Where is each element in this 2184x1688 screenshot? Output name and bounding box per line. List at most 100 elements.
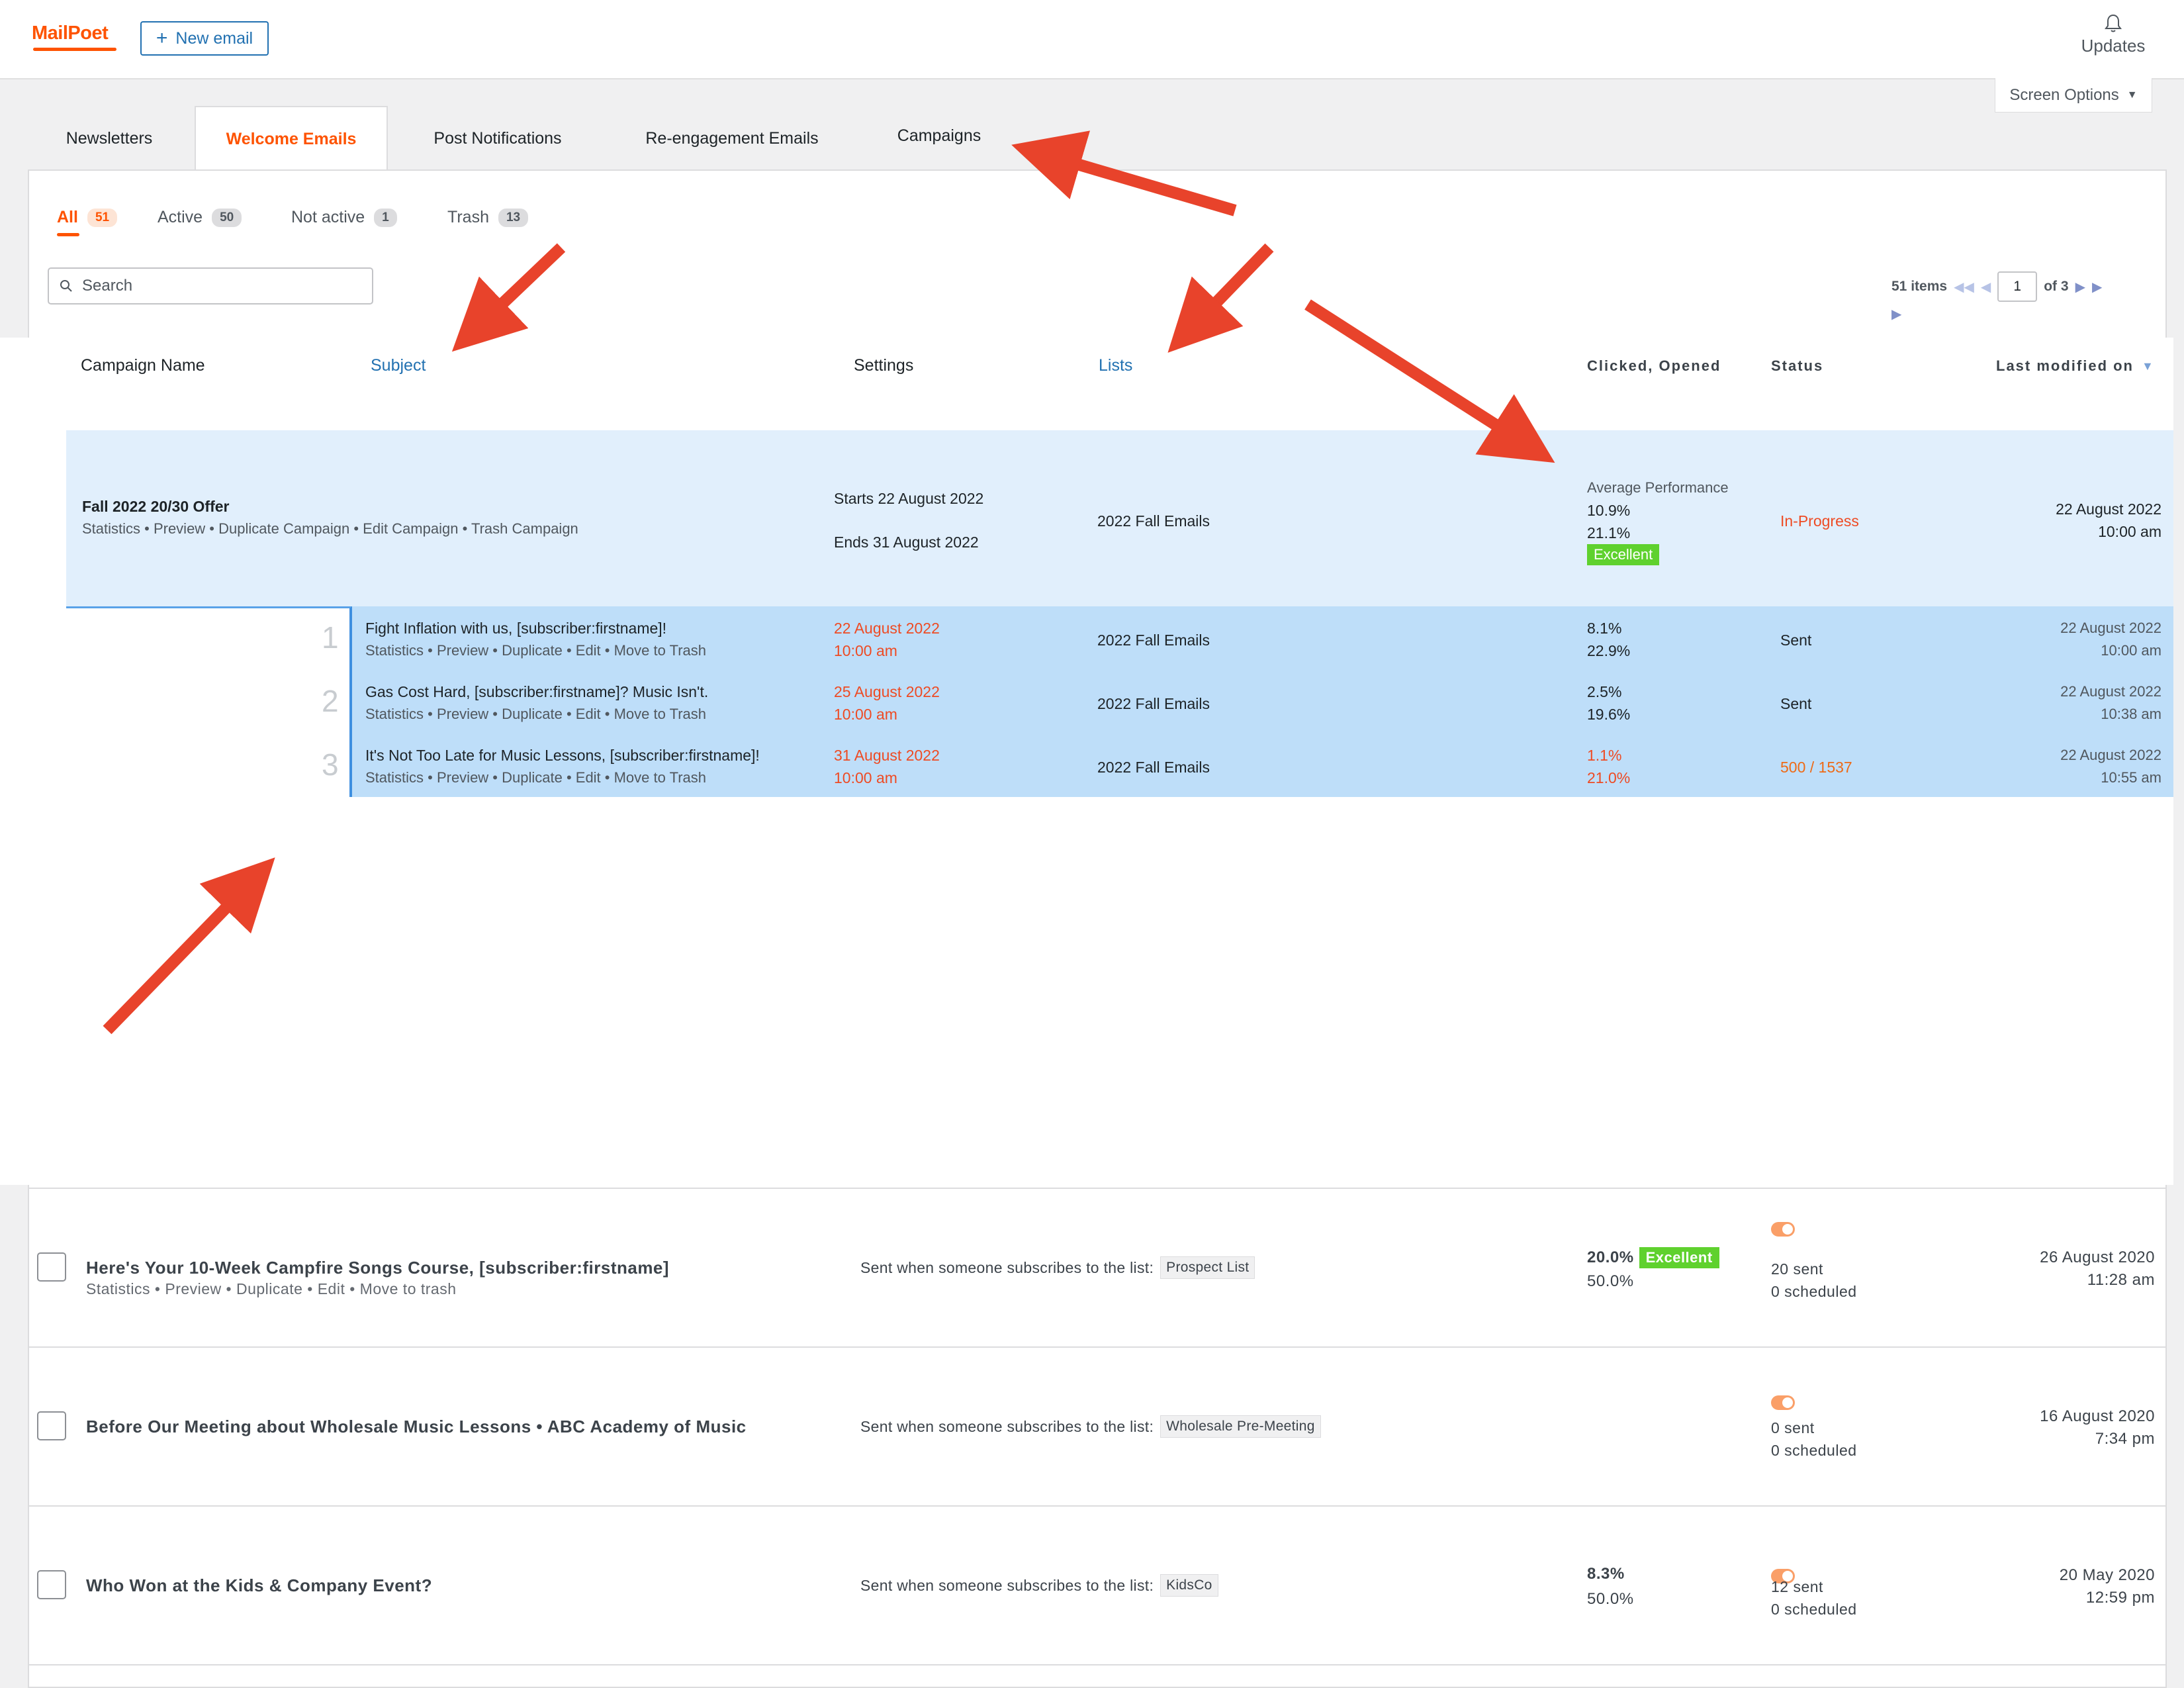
email-clicked: 20.0% (1587, 1248, 1634, 1266)
campaign-name[interactable]: Fall 2022 20/30 Offer (82, 498, 229, 516)
campaign-status: In-Progress (1780, 512, 1859, 530)
col-settings[interactable]: Settings (854, 356, 913, 375)
filter-all[interactable]: All 51 (57, 208, 118, 227)
email-setting: Sent when someone subscribes to the list… (860, 1574, 1218, 1597)
logo-underline (33, 48, 116, 51)
email-scheduled: 0 scheduled (1771, 1442, 1857, 1459)
tab-welcome-emails[interactable]: Welcome Emails (195, 106, 388, 171)
email-subject[interactable]: Gas Cost Hard, [subscriber:firstname]? M… (365, 683, 708, 701)
excellent-badge: Excellent (1639, 1247, 1719, 1268)
campaign-actions[interactable]: Statistics • Preview • Duplicate Campaig… (82, 520, 578, 538)
col-clicked-opened[interactable]: Clicked, Opened (1587, 357, 1721, 375)
email-actions[interactable]: Statistics • Preview • Duplicate • Edit … (365, 769, 706, 786)
mailpoet-logo[interactable]: MailPoet (32, 23, 109, 44)
average-performance-label: Average Performance (1587, 479, 1729, 496)
email-date: 25 August 2022 (834, 683, 940, 700)
filter-trash-label: Trash (447, 208, 489, 226)
list-pill: Wholesale Pre-Meeting (1160, 1415, 1321, 1438)
row-divider (28, 1346, 2167, 1348)
email-mod-time: 10:55 am (2101, 769, 2161, 786)
email-opened: 50.0% (1587, 1272, 1634, 1290)
screen-options-button[interactable]: Screen Options ▼ (1995, 78, 2152, 113)
tab-campaigns[interactable]: Campaigns (883, 103, 995, 168)
page-number-input[interactable]: 1 (1997, 271, 2038, 302)
email-clicked: 2.5% (1587, 683, 1622, 700)
email-opened: 21.0% (1587, 769, 1631, 786)
email-mod-date: 22 August 2022 (2060, 620, 2161, 636)
first-page-icon[interactable]: ◀◀ (1954, 279, 1974, 295)
row-divider (28, 1505, 2167, 1507)
email-sequence-number: 3 (322, 747, 339, 782)
email-clicked: 8.3% (1587, 1565, 1625, 1583)
last-page-icon[interactable]: ▶ (2092, 279, 2102, 295)
email-mod-date: 20 May 2020 (2059, 1566, 2155, 1584)
campaign-starts: Starts 22 August 2022 (834, 490, 984, 507)
page-of: of 3 (2044, 279, 2069, 294)
list-pill: KidsCo (1160, 1574, 1218, 1597)
row-divider (28, 1664, 2167, 1665)
filter-not-active-count: 1 (374, 208, 397, 227)
row-checkbox[interactable] (37, 1570, 66, 1599)
email-sequence-number: 2 (322, 684, 339, 718)
row-checkbox[interactable] (37, 1252, 66, 1282)
next-page-wrap-icon[interactable]: ▶ (1891, 306, 1901, 322)
email-sent: 0 sent (1771, 1419, 1815, 1436)
email-clicked: 1.1% (1587, 747, 1622, 764)
updates-button[interactable]: Updates (2064, 13, 2163, 56)
col-status[interactable]: Status (1771, 357, 1823, 375)
col-last-modified[interactable]: Last modified on ▼ (1996, 357, 2155, 375)
email-mod-date: 16 August 2020 (2040, 1407, 2155, 1425)
items-count: 51 items (1891, 279, 1948, 294)
tab-post-notifications[interactable]: Post Notifications (410, 106, 585, 171)
email-scheduled: 0 scheduled (1771, 1283, 1857, 1300)
email-actions[interactable]: Statistics • Preview • Duplicate • Edit … (365, 642, 706, 659)
email-title[interactable]: Here's Your 10-Week Campfire Songs Cours… (86, 1258, 669, 1278)
campaign-opened: 21.1% (1587, 524, 1631, 541)
search-icon (60, 280, 72, 292)
search-input[interactable]: Search (48, 267, 373, 305)
pagination: 51 items ◀◀ ◀ 1 of 3 ▶ ▶ (1891, 271, 2102, 302)
email-mod-date: 22 August 2022 (2060, 747, 2161, 763)
email-status: Sent (1780, 695, 1812, 712)
top-bar (0, 0, 2184, 79)
sort-desc-icon: ▼ (2142, 359, 2155, 373)
email-subject[interactable]: It's Not Too Late for Music Lessons, [su… (365, 747, 760, 765)
active-toggle[interactable] (1771, 1395, 1795, 1410)
email-title[interactable]: Who Won at the Kids & Company Event? (86, 1575, 432, 1596)
filter-not-active-label: Not active (291, 208, 365, 226)
email-time: 10:00 am (834, 706, 897, 723)
email-subject[interactable]: Fight Inflation with us, [subscriber:fir… (365, 620, 666, 637)
prev-page-icon[interactable]: ◀ (1981, 279, 1991, 295)
email-list: 2022 Fall Emails (1097, 695, 1210, 712)
email-setting: Sent when someone subscribes to the list… (860, 1415, 1321, 1438)
filter-not-active[interactable]: Not active 1 (291, 208, 397, 227)
campaign-modified-time: 10:00 am (2098, 523, 2161, 540)
email-status: 500 / 1537 (1780, 759, 1852, 776)
filter-active-label: Active (158, 208, 203, 226)
campaign-clicked: 10.9% (1587, 502, 1631, 519)
tab-re-engagement-emails[interactable]: Re-engagement Emails (629, 106, 835, 171)
col-subject[interactable]: Subject (371, 356, 426, 375)
filter-trash-count: 13 (498, 208, 529, 227)
filter-trash[interactable]: Trash 13 (447, 208, 529, 227)
email-date: 31 August 2022 (834, 747, 940, 764)
col-lists[interactable]: Lists (1099, 356, 1132, 375)
email-row-actions[interactable]: Statistics • Preview • Duplicate • Edit … (86, 1280, 457, 1298)
bell-icon (2105, 14, 2122, 32)
row-checkbox[interactable] (37, 1411, 66, 1440)
email-mod-date: 22 August 2022 (2060, 683, 2161, 700)
new-email-button[interactable]: + New email (140, 21, 269, 56)
search-placeholder: Search (82, 277, 133, 295)
email-actions[interactable]: Statistics • Preview • Duplicate • Edit … (365, 706, 706, 723)
next-page-icon[interactable]: ▶ (2075, 279, 2085, 295)
email-mod-time: 7:34 pm (2095, 1430, 2155, 1448)
email-title[interactable]: Before Our Meeting about Wholesale Music… (86, 1417, 747, 1437)
tab-newsletters[interactable]: Newsletters (46, 106, 172, 171)
col-campaign-name[interactable]: Campaign Name (81, 356, 205, 375)
email-mod-time: 11:28 am (2087, 1271, 2155, 1289)
active-toggle[interactable] (1771, 1222, 1795, 1237)
email-list: 2022 Fall Emails (1097, 759, 1210, 776)
filter-active[interactable]: Active 50 (158, 208, 242, 227)
new-email-label: New email (175, 28, 253, 48)
updates-label: Updates (2081, 36, 2146, 56)
